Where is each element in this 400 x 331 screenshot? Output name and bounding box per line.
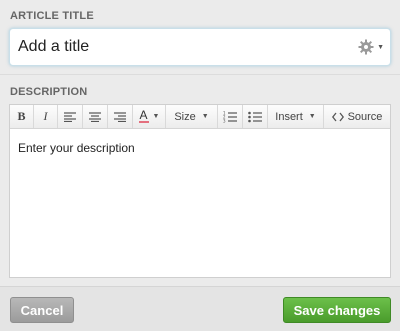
text-color-button[interactable]: A ▼ xyxy=(133,105,166,128)
bullet-list-button[interactable] xyxy=(243,105,268,128)
description-textarea[interactable]: Enter your description xyxy=(10,129,390,167)
chevron-down-icon: ▼ xyxy=(308,113,316,120)
editor-toolbar: B I A ▼ Size ▼ 123 Insert ▼ Source xyxy=(10,105,390,129)
section-divider xyxy=(0,74,400,75)
insert-label: Insert xyxy=(275,110,303,123)
source-button[interactable]: Source xyxy=(324,105,390,128)
chevron-down-icon: ▼ xyxy=(201,113,209,120)
gear-icon xyxy=(358,39,374,55)
description-label: DESCRIPTION xyxy=(10,86,88,98)
title-settings-dropdown[interactable]: ▼ xyxy=(354,38,384,56)
bold-button[interactable]: B xyxy=(10,105,34,128)
align-right-button[interactable] xyxy=(108,105,133,128)
bullet-list-icon xyxy=(248,111,262,122)
align-right-icon xyxy=(114,111,126,122)
italic-button[interactable]: I xyxy=(34,105,58,128)
chevron-down-icon: ▼ xyxy=(152,113,160,120)
code-icon xyxy=(331,112,344,121)
text-color-icon: A xyxy=(138,108,149,123)
size-label: Size xyxy=(174,110,196,123)
svg-text:3: 3 xyxy=(223,118,226,123)
ordered-list-button[interactable]: 123 xyxy=(218,105,243,128)
dialog-footer: Cancel Save changes xyxy=(0,287,400,331)
align-center-icon xyxy=(89,111,101,122)
align-center-button[interactable] xyxy=(83,105,108,128)
article-title-label: ARTICLE TITLE xyxy=(10,10,94,22)
align-left-button[interactable] xyxy=(58,105,83,128)
cancel-button[interactable]: Cancel xyxy=(10,297,74,323)
source-label: Source xyxy=(347,110,383,123)
chevron-down-icon: ▼ xyxy=(377,43,384,51)
save-changes-button[interactable]: Save changes xyxy=(283,297,391,323)
title-input[interactable] xyxy=(18,29,348,65)
insert-dropdown[interactable]: Insert ▼ xyxy=(268,105,324,128)
align-left-icon xyxy=(64,111,76,122)
size-dropdown[interactable]: Size ▼ xyxy=(166,105,218,128)
description-text: Enter your description xyxy=(18,141,135,155)
ordered-list-icon: 123 xyxy=(223,111,237,123)
description-editor: B I A ▼ Size ▼ 123 Insert ▼ Source Enter… xyxy=(9,104,391,278)
article-title-field[interactable]: ▼ xyxy=(9,28,391,66)
